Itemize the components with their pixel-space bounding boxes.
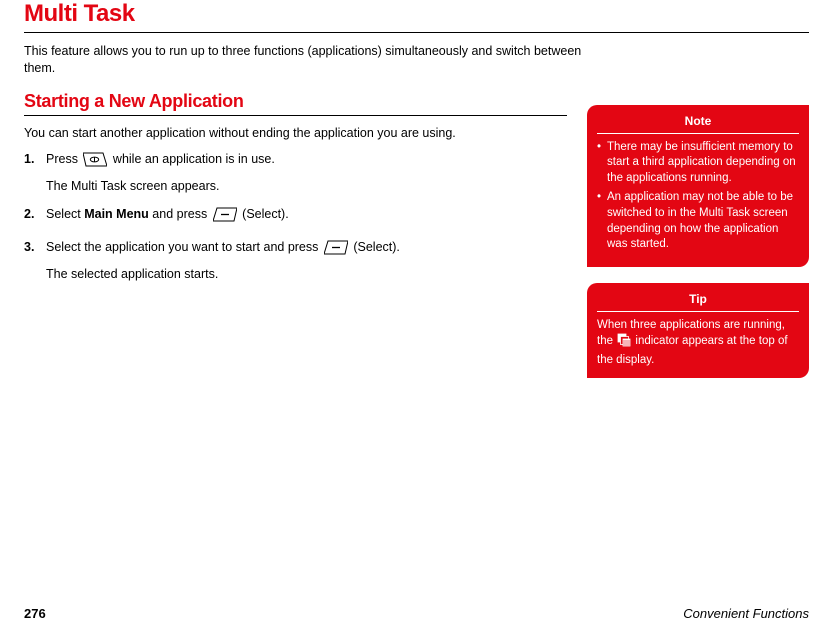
select-key-icon — [213, 207, 237, 228]
step-sub: The Multi Task screen appears. — [46, 177, 567, 196]
step-text: Select — [46, 207, 84, 221]
step-3: Select the application you want to start… — [24, 238, 567, 284]
note-list: There may be insufficient memory to star… — [597, 140, 799, 253]
step-text: and press — [152, 207, 210, 221]
step-text: Press — [46, 152, 81, 166]
title-divider — [24, 32, 809, 33]
section-divider — [24, 115, 567, 116]
multitask-indicator-icon — [617, 333, 631, 353]
step-text: Select the application you want to start… — [46, 240, 322, 254]
side-column: Note There may be insufficient memory to… — [587, 91, 809, 395]
note-title: Note — [597, 113, 799, 134]
page-footer: 276 Convenient Functions — [24, 606, 809, 621]
select-key-icon — [324, 240, 348, 261]
page-title: Multi Task — [24, 0, 809, 28]
footer-section: Convenient Functions — [683, 606, 809, 621]
note-item: There may be insufficient memory to star… — [597, 140, 799, 187]
section-heading: Starting a New Application — [24, 91, 567, 112]
step-text: (Select). — [242, 207, 289, 221]
page-number: 276 — [24, 606, 46, 621]
tip-callout: Tip When three applications are running,… — [587, 283, 809, 379]
main-column: Starting a New Application You can start… — [24, 91, 567, 395]
cancel-key-icon — [83, 152, 107, 173]
step-text: while an application is in use. — [113, 152, 275, 166]
note-item: An application may not be able to be swi… — [597, 190, 799, 252]
step-1: Press while an application is in use. Th… — [24, 150, 567, 196]
section-lead: You can start another application withou… — [24, 126, 567, 140]
step-sub: The selected application starts. — [46, 265, 567, 284]
step-2: Select Main Menu and press (Select). — [24, 205, 567, 228]
tip-body: When three applications are running, the… — [597, 318, 799, 369]
intro-text: This feature allows you to run up to thr… — [24, 43, 584, 77]
step-bold: Main Menu — [84, 207, 149, 221]
step-text: (Select). — [353, 240, 400, 254]
note-callout: Note There may be insufficient memory to… — [587, 105, 809, 267]
steps-list: Press while an application is in use. Th… — [24, 150, 567, 284]
tip-title: Tip — [597, 291, 799, 312]
